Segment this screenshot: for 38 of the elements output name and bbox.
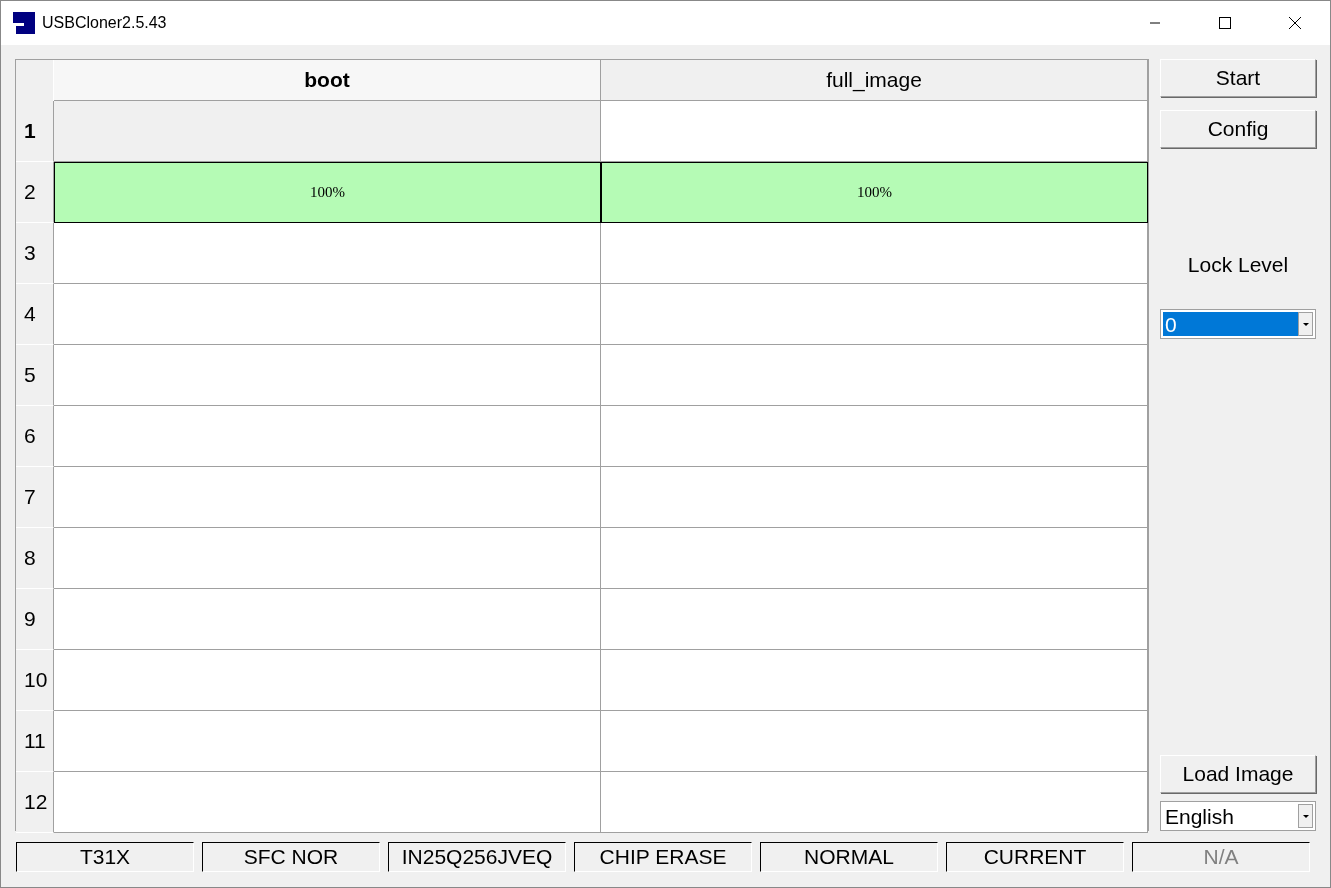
- row-header[interactable]: 12: [16, 772, 54, 833]
- minimize-icon[interactable]: [1149, 22, 1161, 24]
- status-field: N/A: [1132, 842, 1310, 872]
- row-header[interactable]: 5: [16, 345, 54, 406]
- row-header[interactable]: 8: [16, 528, 54, 589]
- load-image-button[interactable]: Load Image: [1160, 755, 1316, 793]
- status-field: T31X: [16, 842, 194, 872]
- status-field: SFC NOR: [202, 842, 380, 872]
- maximize-icon[interactable]: [1219, 17, 1231, 29]
- column-header[interactable]: boot: [54, 60, 601, 101]
- row-header[interactable]: 9: [16, 589, 54, 650]
- column-header[interactable]: full_image: [601, 60, 1148, 101]
- close-icon[interactable]: [1289, 17, 1301, 29]
- status-field: IN25Q256JVEQ: [388, 842, 566, 872]
- progress-cell: 100%: [54, 162, 601, 223]
- language-value: English: [1164, 804, 1235, 828]
- status-field: CURRENT: [946, 842, 1124, 872]
- row-header[interactable]: 1: [16, 101, 54, 162]
- status-field: CHIP ERASE: [574, 842, 752, 872]
- action-button[interactable]: Start: [1160, 59, 1316, 97]
- lock-level-label: Lock Level: [1186, 253, 1290, 277]
- row-header[interactable]: 4: [16, 284, 54, 345]
- row-header[interactable]: 2: [16, 162, 54, 223]
- language-dropdown[interactable]: English: [1160, 801, 1316, 831]
- row-header[interactable]: 3: [16, 223, 54, 284]
- action-button[interactable]: Config: [1160, 110, 1316, 148]
- row-header[interactable]: 7: [16, 467, 54, 528]
- progress-cell: 100%: [601, 162, 1148, 223]
- row-header[interactable]: 10: [16, 650, 54, 711]
- lock-level-value: 0: [1163, 312, 1298, 336]
- caret-icon[interactable]: [1298, 312, 1313, 336]
- row-header[interactable]: 6: [16, 406, 54, 467]
- caret-icon[interactable]: [1298, 804, 1313, 828]
- window-title: USBCloner2.5.43: [42, 14, 167, 32]
- lock-level-dropdown[interactable]: 0: [1160, 309, 1316, 339]
- status-field: NORMAL: [760, 842, 938, 872]
- app-icon: [13, 12, 35, 34]
- row-header[interactable]: 11: [16, 711, 54, 772]
